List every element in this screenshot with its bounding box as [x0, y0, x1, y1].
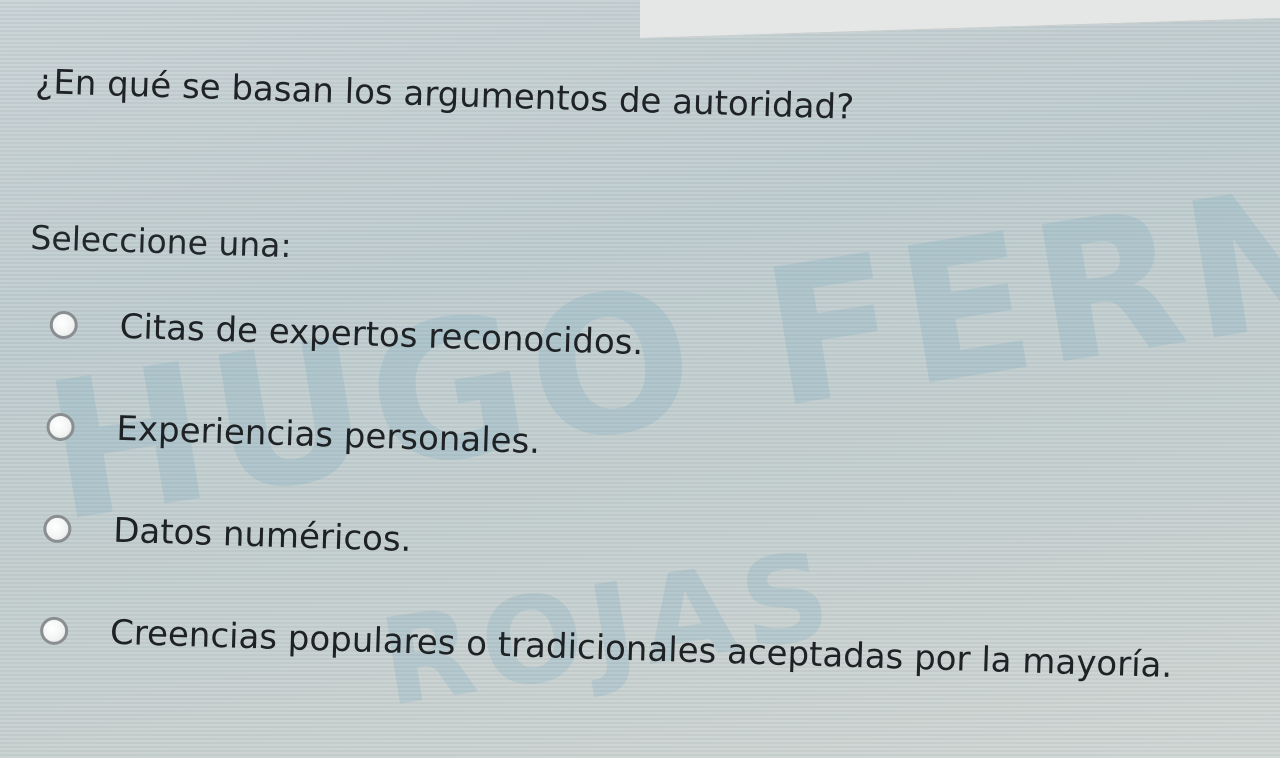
answer-option-label[interactable]: Experiencias personales.	[116, 409, 541, 462]
answer-options: Citas de expertos reconocidos. Experienc…	[39, 298, 1260, 696]
answer-option-label[interactable]: Creencias populares o tradicionales acep…	[109, 613, 1172, 686]
answer-option-4[interactable]: Creencias populares o tradicionales acep…	[39, 603, 1250, 695]
answer-option-1[interactable]: Citas de expertos reconocidos.	[49, 298, 1260, 390]
answer-option-label[interactable]: Datos numéricos.	[113, 511, 412, 560]
answer-option-label[interactable]: Citas de expertos reconocidos.	[119, 307, 644, 363]
top-bar-strip	[640, 0, 1280, 39]
radio-button-icon[interactable]	[42, 514, 72, 544]
radio-button-icon[interactable]	[39, 616, 69, 646]
select-prompt: Seleccione una:	[29, 217, 293, 266]
radio-button-icon[interactable]	[46, 412, 75, 442]
top-bar: ! Ge	[0, 0, 1280, 64]
answer-option-2[interactable]: Experiencias personales.	[46, 400, 1257, 492]
question-text: ¿En qué se basan los argumentos de autor…	[34, 62, 855, 128]
answer-option-3[interactable]: Datos numéricos.	[42, 501, 1254, 593]
radio-button-icon[interactable]	[49, 310, 79, 340]
question-panel: ¿En qué se basan los argumentos de autor…	[16, 62, 1268, 743]
